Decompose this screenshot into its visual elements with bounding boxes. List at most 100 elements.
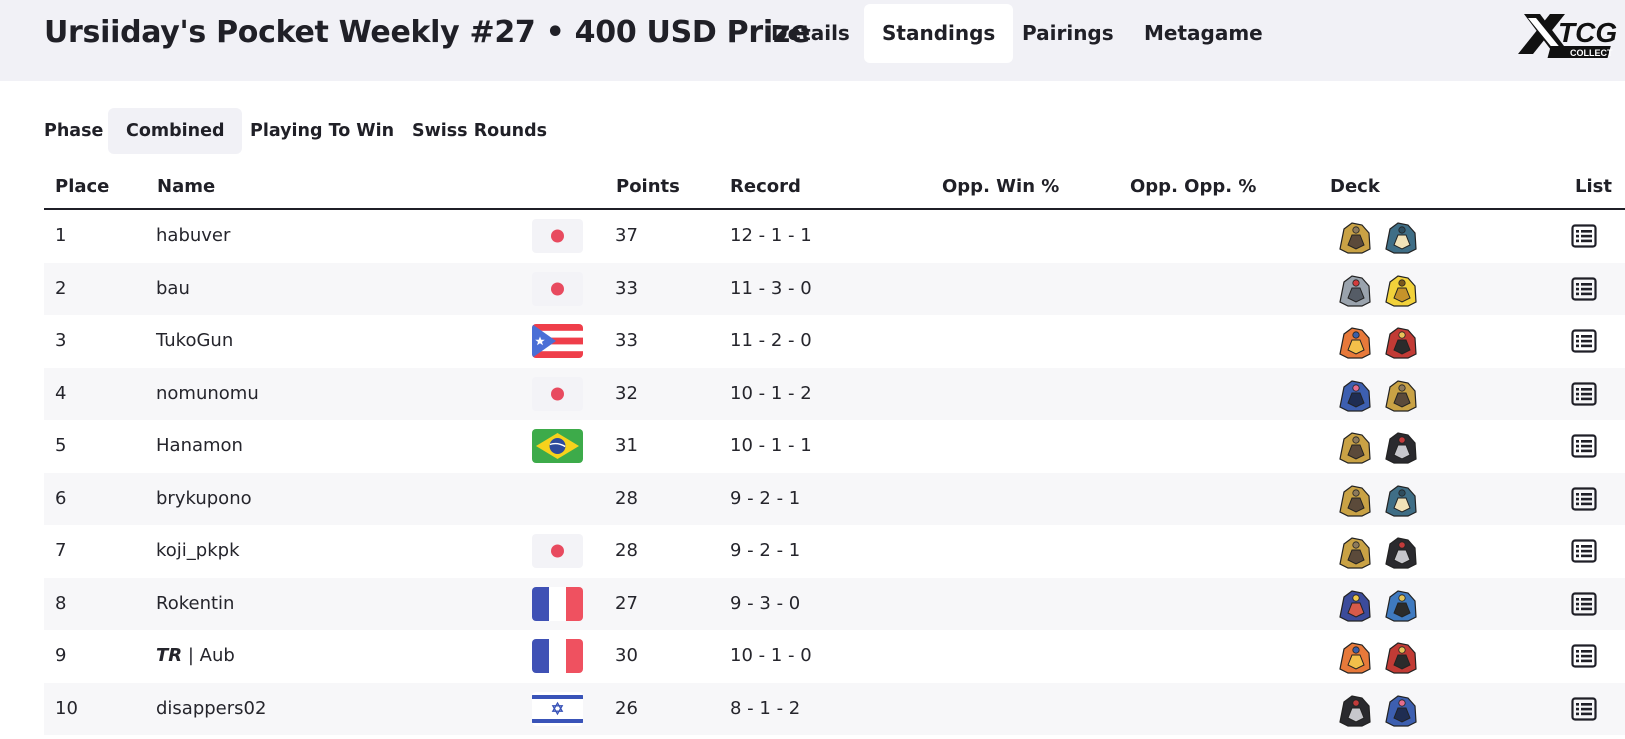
player-name[interactable]: Rokentin bbox=[156, 593, 234, 614]
darkrai-icon bbox=[1334, 688, 1376, 730]
giratina-icon bbox=[1334, 425, 1376, 467]
table-row: 7 koji_pkpk 28 9 - 2 - 1 bbox=[44, 525, 1625, 578]
magnezone-icon bbox=[1334, 268, 1376, 310]
deck-cell[interactable] bbox=[1334, 215, 1434, 257]
deck-cell[interactable] bbox=[1334, 478, 1434, 520]
table-row: 8 Rokentin 27 9 - 3 - 0 bbox=[44, 577, 1625, 631]
deck-cell[interactable] bbox=[1334, 530, 1434, 572]
record-cell: 12 - 1 - 1 bbox=[730, 225, 812, 246]
decklist-icon[interactable] bbox=[1571, 329, 1597, 353]
points-cell: 27 bbox=[615, 592, 638, 614]
player-name-cell[interactable]: disappers02 bbox=[156, 683, 266, 736]
decklist-icon[interactable] bbox=[1571, 696, 1597, 721]
player-name-cell[interactable]: TukoGun bbox=[156, 315, 233, 368]
column-header-name[interactable]: Name bbox=[157, 176, 215, 197]
deck-cell[interactable] bbox=[1334, 688, 1434, 730]
record-cell: 10 - 1 - 1 bbox=[730, 435, 812, 456]
phase-playing-to-win-button[interactable]: Playing To Win bbox=[232, 108, 412, 154]
record-cell: 9 - 2 - 1 bbox=[730, 487, 801, 509]
decklist-icon[interactable] bbox=[1571, 644, 1597, 668]
deck-cell[interactable] bbox=[1334, 373, 1434, 415]
place-cell: 9 bbox=[55, 645, 67, 666]
points-cell: 26 bbox=[615, 697, 638, 719]
player-name[interactable]: TukoGun bbox=[156, 330, 233, 351]
flag-fr-icon bbox=[532, 586, 583, 621]
place-cell: 10 bbox=[55, 697, 78, 719]
column-header-place[interactable]: Place bbox=[55, 176, 109, 197]
player-name-cell[interactable]: habuver bbox=[156, 210, 230, 263]
player-name-cell[interactable]: koji_pkpk bbox=[156, 525, 240, 578]
player-name-cell[interactable]: Rokentin bbox=[156, 578, 234, 631]
player-name[interactable]: koji_pkpk bbox=[156, 540, 240, 561]
place-cell: 4 bbox=[55, 382, 67, 404]
player-name[interactable]: | Aub bbox=[182, 645, 235, 666]
giratina-icon bbox=[1380, 373, 1422, 415]
column-header-opp-opp[interactable]: Opp. Opp. % bbox=[1130, 176, 1256, 197]
flag-jp-icon bbox=[532, 271, 583, 306]
player-name-cell[interactable]: brykupono bbox=[156, 473, 252, 526]
garchomp-icon bbox=[1334, 583, 1376, 625]
player-name-cell[interactable]: Hanamon bbox=[156, 420, 243, 473]
player-name[interactable]: disappers02 bbox=[156, 698, 266, 719]
player-name[interactable]: bau bbox=[156, 278, 190, 299]
site-logo[interactable]: TCG COLLECT bbox=[1510, 4, 1625, 64]
column-header-record[interactable]: Record bbox=[730, 176, 801, 197]
snorlax-icon bbox=[1380, 215, 1422, 257]
pikachu-icon bbox=[1380, 268, 1422, 310]
player-name-cell[interactable]: nomunomu bbox=[156, 368, 259, 421]
record-cell: 11 - 3 - 0 bbox=[730, 277, 812, 299]
deck-cell[interactable] bbox=[1334, 320, 1434, 362]
place-cell: 5 bbox=[55, 435, 67, 456]
column-header-points[interactable]: Points bbox=[616, 176, 680, 197]
decklist-icon[interactable] bbox=[1571, 539, 1597, 563]
tab-pairings[interactable]: Pairings bbox=[1004, 4, 1132, 63]
column-header-opp-win[interactable]: Opp. Win % bbox=[942, 176, 1059, 197]
record-cell: 11 - 2 - 0 bbox=[730, 330, 812, 351]
decklist-icon[interactable] bbox=[1571, 486, 1597, 511]
decklist-icon[interactable] bbox=[1571, 591, 1597, 616]
phase-combined-button[interactable]: Combined bbox=[108, 108, 243, 154]
player-name[interactable]: nomunomu bbox=[156, 383, 259, 404]
greninja-icon bbox=[1380, 688, 1422, 730]
record-cell: 10 - 1 - 2 bbox=[730, 382, 812, 404]
table-row: 1 habuver 37 12 - 1 - 1 bbox=[44, 210, 1625, 263]
phase-swiss-rounds-button[interactable]: Swiss Rounds bbox=[394, 108, 565, 154]
darkrai-icon bbox=[1380, 425, 1422, 467]
team-tag: TR bbox=[156, 645, 183, 666]
place-cell: 3 bbox=[55, 330, 67, 351]
tab-metagame[interactable]: Metagame bbox=[1126, 4, 1281, 63]
flag-jp-icon bbox=[532, 376, 583, 411]
player-name[interactable]: habuver bbox=[156, 225, 230, 246]
deck-cell[interactable] bbox=[1334, 268, 1434, 310]
table-row: 6 brykupono 28 9 - 2 - 1 bbox=[44, 472, 1625, 526]
table-row: 3 TukoGun 33 11 - 2 - 0 bbox=[44, 315, 1625, 368]
decklist-icon[interactable] bbox=[1571, 434, 1597, 458]
page-title: Ursiiday's Pocket Weekly #27 • 400 USD P… bbox=[44, 15, 811, 50]
deck-cell[interactable] bbox=[1334, 425, 1434, 467]
tab-standings[interactable]: Standings bbox=[864, 4, 1014, 63]
points-cell: 37 bbox=[615, 225, 638, 246]
giratina-icon bbox=[1334, 530, 1376, 572]
deck-cell[interactable] bbox=[1334, 635, 1434, 677]
place-cell: 2 bbox=[55, 277, 67, 299]
player-name-cell[interactable]: bau bbox=[156, 263, 190, 316]
giratina-icon bbox=[1334, 478, 1376, 520]
table-row: 9 TR | Aub 30 10 - 1 - 0 bbox=[44, 630, 1625, 683]
incineroar-icon bbox=[1380, 635, 1422, 677]
decklist-icon[interactable] bbox=[1571, 224, 1597, 248]
player-name-cell[interactable]: TR | Aub bbox=[156, 630, 235, 683]
standings-table-body: 1 habuver 37 12 - 1 - 1 2 bau 33 11 - 3 - 0 3 Tuk… bbox=[44, 210, 1625, 735]
player-name[interactable]: brykupono bbox=[156, 488, 252, 509]
decklist-icon[interactable] bbox=[1571, 276, 1597, 301]
deck-cell[interactable] bbox=[1334, 583, 1434, 625]
tab-details[interactable]: Details bbox=[753, 4, 868, 63]
points-cell: 28 bbox=[615, 487, 638, 509]
flag-pr-icon bbox=[532, 324, 583, 358]
charizard-icon bbox=[1334, 320, 1376, 362]
column-header-deck: Deck bbox=[1330, 176, 1380, 197]
darkrai-icon bbox=[1380, 530, 1422, 572]
table-row: 10 disappers02 26 8 - 1 - 2 bbox=[44, 682, 1625, 736]
player-name[interactable]: Hanamon bbox=[156, 435, 243, 456]
record-cell: 9 - 2 - 1 bbox=[730, 540, 801, 561]
decklist-icon[interactable] bbox=[1571, 381, 1597, 406]
